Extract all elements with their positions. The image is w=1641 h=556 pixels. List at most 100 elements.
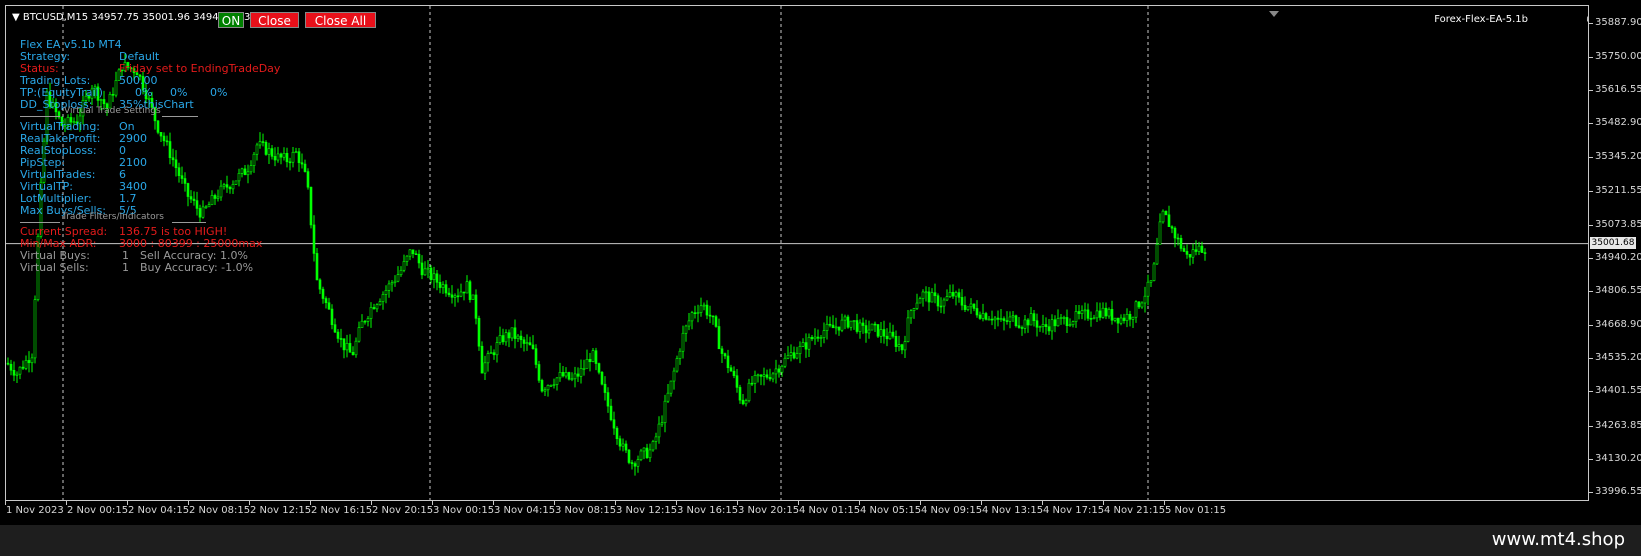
candle: [927, 287, 931, 311]
candle: [561, 366, 565, 378]
candle: [402, 254, 406, 273]
candle: [1152, 262, 1156, 282]
candle: [981, 303, 985, 322]
price-tick-label: 34401.55: [1595, 385, 1641, 397]
candle: [630, 459, 634, 470]
candle: [1008, 311, 1012, 329]
candle: [987, 315, 991, 321]
candle: [1203, 248, 1207, 261]
candle: [1050, 314, 1054, 340]
candle: [1053, 315, 1057, 333]
dropdown-triangle-icon[interactable]: ▼: [12, 12, 20, 23]
candle: [435, 269, 439, 291]
shift-marker-icon[interactable]: [1269, 11, 1279, 17]
candle: [717, 318, 721, 350]
price-tick-label: 35887.90: [1595, 16, 1641, 28]
candle: [606, 387, 610, 413]
candle: [666, 383, 670, 404]
time-axis[interactable]: 1 Nov 2023 2 Nov 00:15 2 Nov 04:15 2 Nov 08…: [5, 501, 1589, 521]
candle: [453, 293, 457, 307]
candle: [669, 380, 673, 397]
candle: [735, 368, 739, 393]
candle: [573, 366, 577, 388]
candle: [423, 261, 427, 276]
candle: [621, 438, 625, 452]
candle: [642, 447, 646, 460]
on-button[interactable]: ON: [218, 12, 244, 28]
candle: [1179, 234, 1183, 252]
candle: [339, 328, 343, 348]
candle: [972, 303, 976, 312]
candle: [321, 286, 325, 304]
candle: [420, 255, 424, 280]
candle: [840, 313, 844, 333]
time-tick-label: 3 Nov 12:15: [616, 505, 678, 516]
candle: [807, 333, 811, 358]
candle: [696, 304, 700, 323]
price-tick-label: 35482.90: [1595, 117, 1641, 129]
candle: [879, 322, 883, 344]
close-all-button[interactable]: Close All: [305, 12, 376, 28]
candle: [318, 278, 322, 294]
candle: [513, 319, 517, 349]
candle: [1143, 286, 1147, 313]
candle: [507, 329, 511, 348]
candle: [15, 371, 19, 384]
candle: [471, 294, 475, 300]
candle: [843, 314, 847, 330]
candle: [444, 280, 448, 297]
close-button[interactable]: Close: [250, 12, 299, 28]
candle: [24, 355, 28, 371]
candle: [897, 335, 901, 352]
candle: [1101, 302, 1105, 319]
candle: [327, 297, 331, 310]
candle: [741, 393, 745, 406]
candle: [1032, 309, 1036, 327]
price-tickmark: [1589, 57, 1593, 59]
buy-accuracy: Buy Accuracy: -1.0%: [140, 261, 254, 274]
candle: [366, 315, 370, 327]
price-tick-label: 35211.55: [1595, 184, 1641, 196]
candle: [57, 110, 61, 120]
candle: [33, 295, 37, 364]
candle: [393, 275, 397, 287]
candle: [933, 283, 937, 304]
candle: [810, 335, 814, 342]
candle: [1134, 300, 1138, 323]
candle: [474, 289, 478, 325]
candle: [768, 368, 772, 382]
candle: [1068, 318, 1072, 327]
candle: [564, 367, 568, 379]
candle: [615, 426, 619, 445]
candle: [984, 311, 988, 321]
price-tickmark: [1589, 325, 1593, 327]
candle: [276, 146, 280, 163]
candle: [516, 334, 520, 343]
candle: [456, 288, 460, 303]
chart-plot-area[interactable]: ▼ BTCUSD,M15 34957.75 35001.96 34949.65 …: [5, 5, 1589, 501]
candle: [1044, 317, 1048, 335]
price-tickmark: [1589, 22, 1593, 24]
candle: [948, 284, 952, 298]
candle: [1029, 307, 1033, 326]
candle: [411, 249, 415, 259]
candle: [1059, 313, 1063, 325]
candle: [1020, 325, 1024, 336]
price-tickmark: [1589, 358, 1593, 360]
candle: [672, 367, 676, 390]
price-axis[interactable]: 35887.90 35750.00 35616.55 35482.90 35345.20…: [1589, 5, 1641, 501]
candle: [288, 157, 292, 171]
candle: [405, 255, 409, 266]
candle: [1107, 307, 1111, 319]
bid-price-label: 35001.68: [1590, 236, 1636, 249]
candle: [675, 355, 679, 373]
candle: [795, 346, 799, 360]
candle: [1005, 311, 1009, 325]
price-tick-label: 34668.90: [1595, 319, 1641, 331]
candle: [1026, 318, 1030, 333]
candle: [912, 307, 916, 319]
candle: [1194, 240, 1198, 256]
candle: [654, 432, 658, 450]
candle: [207, 201, 211, 208]
candle: [282, 147, 286, 161]
